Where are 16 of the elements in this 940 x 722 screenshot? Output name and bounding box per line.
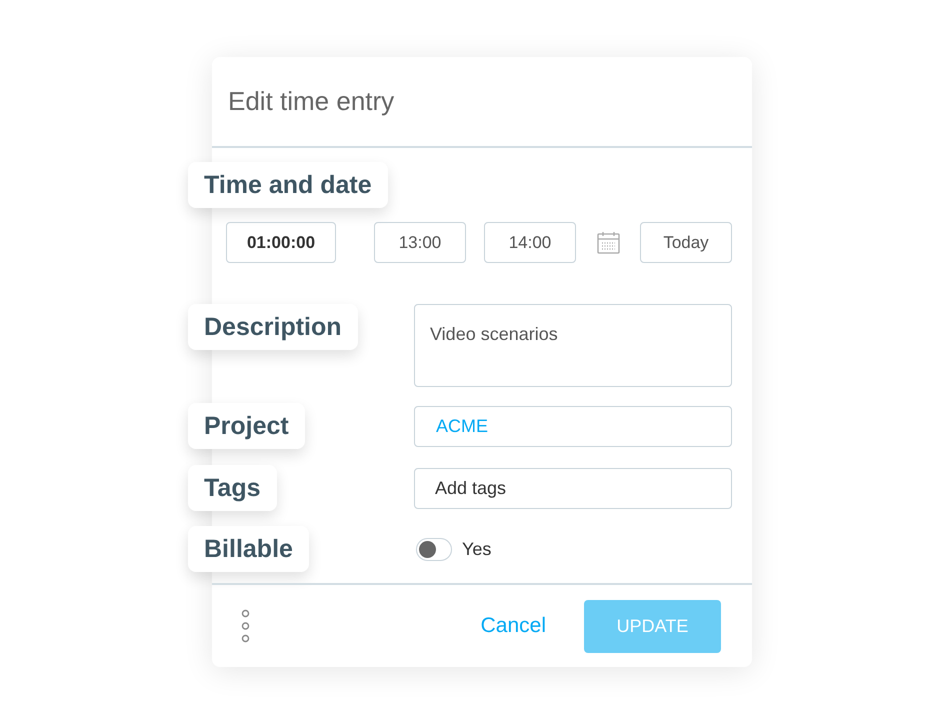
field-label: Tags: [188, 465, 276, 511]
billable-toggle[interactable]: [416, 538, 452, 560]
duration-field[interactable]: 01:00:00: [226, 222, 336, 263]
more-options-icon[interactable]: [241, 609, 250, 643]
end-time-field[interactable]: 14:00: [484, 222, 576, 263]
description-field[interactable]: Video scenarios: [414, 304, 732, 387]
field-label: Time and date: [188, 162, 388, 208]
field-label: Description: [188, 304, 358, 350]
field-label: Project: [188, 403, 305, 449]
field-label: Billable: [188, 526, 309, 572]
billable-option-label: Yes: [462, 538, 492, 560]
dialog-title: Edit time entry: [228, 85, 394, 118]
tags-field[interactable]: Add tags: [414, 468, 732, 508]
date-button[interactable]: Today: [640, 222, 732, 263]
calendar-icon[interactable]: [597, 231, 620, 254]
start-time-field[interactable]: 13:00: [374, 222, 466, 263]
